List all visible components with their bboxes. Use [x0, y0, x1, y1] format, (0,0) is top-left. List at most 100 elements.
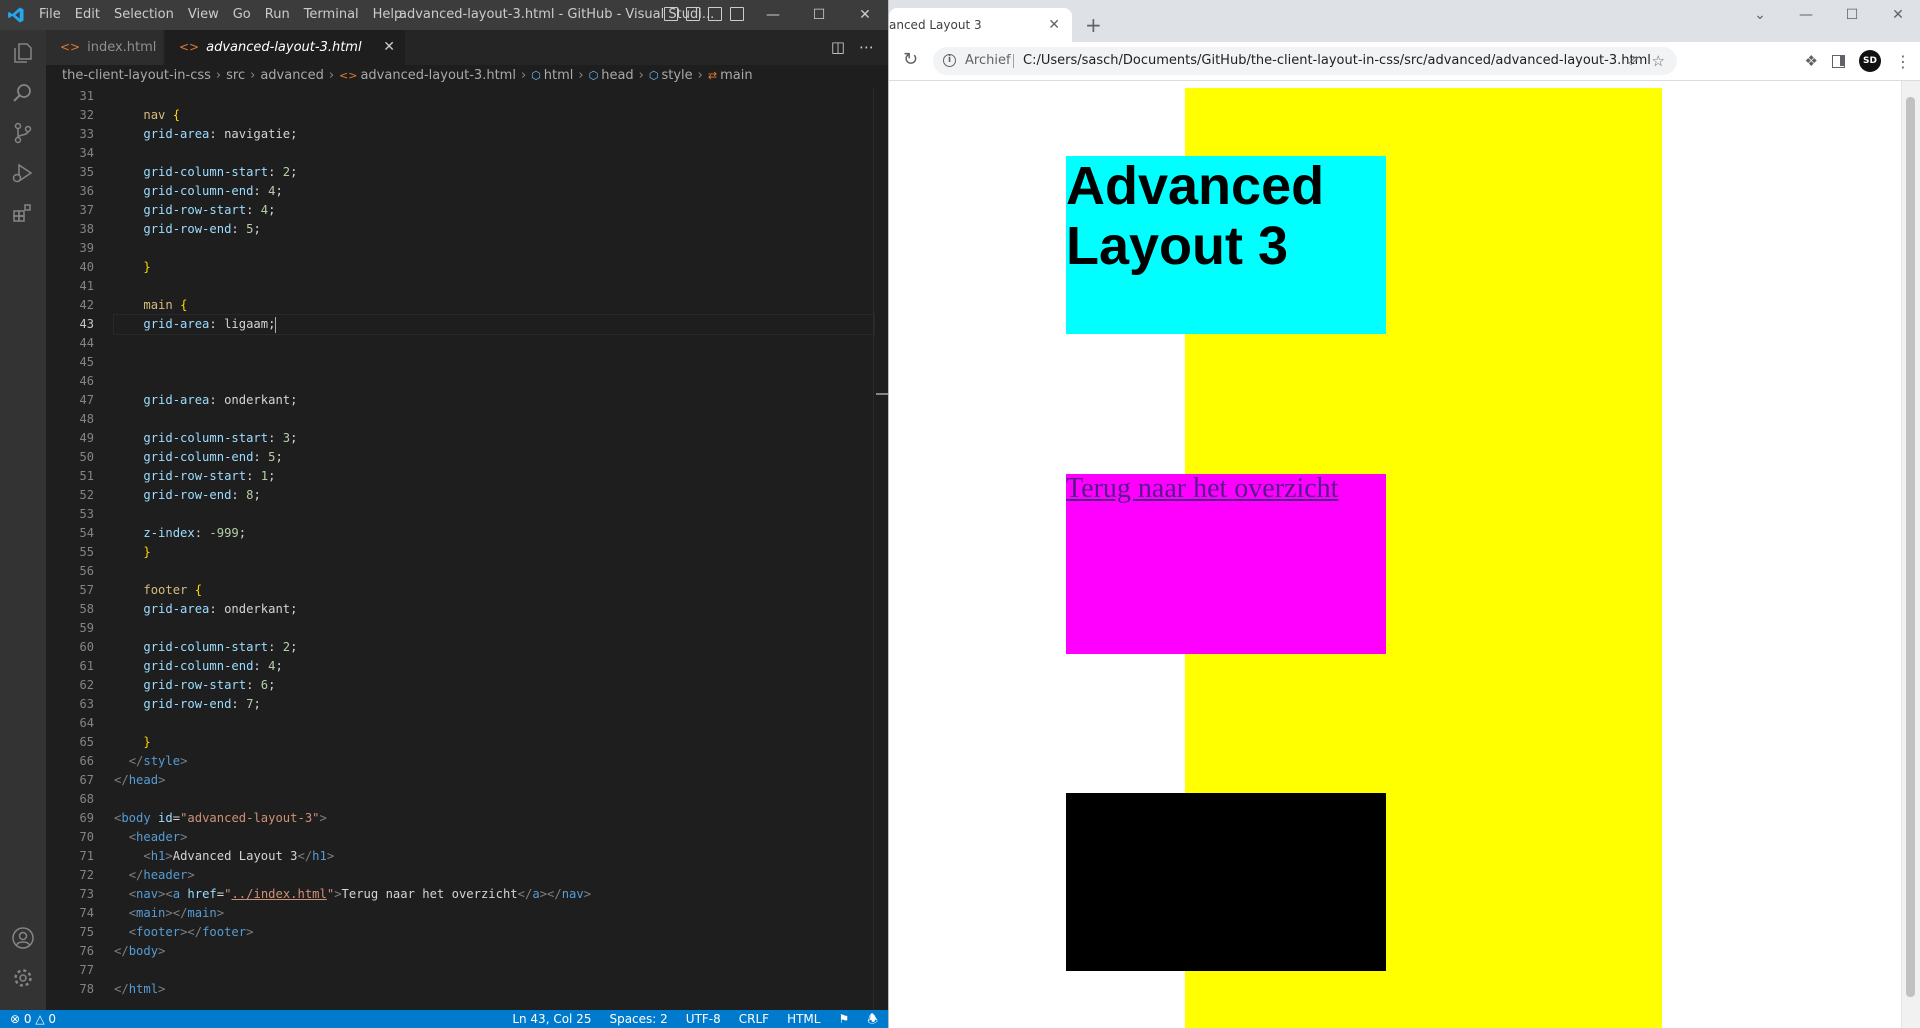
url-text[interactable]: C:/Users/sasch/Documents/GitHub/the-clie…	[1023, 47, 1651, 75]
code-line[interactable]: <body id="advanced-layout-3">	[114, 809, 874, 828]
code-line[interactable]	[114, 372, 874, 391]
menu-edit[interactable]: Edit	[68, 0, 107, 30]
code-line[interactable]: grid-row-end: 8;	[114, 486, 874, 505]
breadcrumb-item[interactable]: the-client-layout-in-css	[62, 68, 211, 83]
breadcrumb-item[interactable]: advanced	[260, 68, 324, 83]
menu-file[interactable]: File	[32, 0, 68, 30]
code-line[interactable]: grid-column-end: 5;	[114, 448, 874, 467]
code-line[interactable]: grid-area: onderkant;	[114, 391, 874, 410]
minimize-icon[interactable]: —	[750, 0, 796, 30]
tab-close-icon[interactable]: ✕	[1048, 8, 1060, 42]
cursor-position[interactable]: Ln 43, Col 25	[512, 1010, 591, 1028]
code-line[interactable]: </header>	[114, 866, 874, 885]
line-ending[interactable]: CRLF	[739, 1010, 769, 1028]
code-line[interactable]: }	[114, 543, 874, 562]
toggle-secondary-sidebar-icon[interactable]	[708, 7, 722, 21]
code-line[interactable]: <main></main>	[114, 904, 874, 923]
code-line[interactable]	[114, 87, 874, 106]
breadcrumb-item[interactable]: html	[544, 68, 574, 83]
toggle-primary-sidebar-icon[interactable]	[664, 7, 678, 21]
code-line[interactable]	[114, 277, 874, 296]
code-line[interactable]: </head>	[114, 771, 874, 790]
code-line[interactable]: footer {	[114, 581, 874, 600]
tab-search-chevron-icon[interactable]: ⌄	[1737, 0, 1783, 30]
explorer-icon[interactable]	[11, 41, 35, 65]
code-line[interactable]	[114, 505, 874, 524]
code-line[interactable]: grid-row-end: 7;	[114, 695, 874, 714]
code-line[interactable]: grid-row-end: 5;	[114, 220, 874, 239]
feedback-icon[interactable]: ⚑	[838, 1010, 849, 1028]
back-to-overview-link[interactable]: Terug naar het overzicht	[1066, 473, 1338, 504]
page-scrollbar[interactable]	[1901, 81, 1920, 1028]
breadcrumb-item[interactable]: main	[720, 68, 752, 83]
code-line[interactable]: grid-column-end: 4;	[114, 182, 874, 201]
address-bar[interactable]: i Archief C:/Users/sasch/Documents/GitHu…	[933, 47, 1677, 75]
code-line[interactable]: grid-column-start: 2;	[114, 163, 874, 182]
code-editor[interactable]: 31 32 33 34 35 36 37 38 39 40 41 42 43 44 45 46 47 48 49 50…	[46, 87, 888, 1010]
code-line[interactable]: <nav><a href="../index.html">Terug naar …	[114, 885, 874, 904]
share-icon[interactable]: ⇗	[1627, 47, 1639, 75]
notifications-bell-icon[interactable]: 🕭	[867, 1010, 878, 1028]
accounts-icon[interactable]	[11, 926, 35, 950]
code-line[interactable]: grid-area: navigatie;	[114, 125, 874, 144]
split-editor-icon[interactable]: ◫	[831, 30, 845, 65]
editor-scrollbar[interactable]	[873, 87, 888, 1010]
code-line[interactable]	[114, 334, 874, 353]
code-line[interactable]: grid-area: ligaam;	[113, 314, 875, 335]
chrome-menu-icon[interactable]: ⋮	[1895, 52, 1911, 71]
code-line[interactable]: main {	[114, 296, 874, 315]
tab-close-icon[interactable]: ✕	[383, 30, 395, 65]
code-line[interactable]	[114, 562, 874, 581]
tab-index-html[interactable]: <> index.html	[46, 30, 164, 65]
avatar[interactable]: SD	[1859, 50, 1881, 72]
problems-indicator[interactable]: ⊗ 0 △ 0	[10, 1010, 56, 1028]
side-panel-icon[interactable]	[1832, 54, 1845, 68]
code-line[interactable]: nav {	[114, 106, 874, 125]
encoding[interactable]: UTF-8	[686, 1010, 721, 1028]
scrollbar-thumb[interactable]	[1906, 97, 1915, 997]
close-icon[interactable]: ✕	[842, 0, 888, 30]
menu-go[interactable]: Go	[226, 0, 258, 30]
code-line[interactable]: grid-area: onderkant;	[114, 600, 874, 619]
browser-tab[interactable]: anced Layout 3 ✕	[889, 8, 1072, 42]
reload-icon[interactable]: ↻	[903, 50, 918, 70]
code-line[interactable]: grid-column-start: 3;	[114, 429, 874, 448]
code-line[interactable]	[114, 410, 874, 429]
run-debug-icon[interactable]	[11, 161, 35, 185]
code-line[interactable]	[114, 714, 874, 733]
breadcrumb-item[interactable]: style	[661, 68, 692, 83]
manage-gear-icon[interactable]	[11, 966, 35, 990]
code-line[interactable]	[114, 790, 874, 809]
info-icon[interactable]: i	[943, 54, 956, 67]
language-mode[interactable]: HTML	[787, 1010, 820, 1028]
code-line[interactable]: </style>	[114, 752, 874, 771]
tab-advanced-layout-3[interactable]: <> advanced-layout-3.html ✕	[165, 30, 405, 65]
code-line[interactable]: grid-column-start: 2;	[114, 638, 874, 657]
code-line[interactable]	[114, 239, 874, 258]
customize-layout-icon[interactable]	[730, 7, 744, 21]
menu-terminal[interactable]: Terminal	[297, 0, 366, 30]
code-line[interactable]: </body>	[114, 942, 874, 961]
code-line[interactable]: <footer></footer>	[114, 923, 874, 942]
bookmark-star-icon[interactable]: ☆	[1652, 47, 1665, 75]
more-actions-icon[interactable]: ⋯	[859, 30, 874, 65]
code-line[interactable]: grid-row-start: 6;	[114, 676, 874, 695]
code-lines[interactable]: nav { grid-area: navigatie; grid-column-…	[113, 87, 875, 999]
code-line[interactable]: grid-column-end: 4;	[114, 657, 874, 676]
extensions-icon[interactable]	[11, 201, 35, 225]
breadcrumb-item[interactable]: head	[601, 68, 633, 83]
menu-view[interactable]: View	[181, 0, 226, 30]
code-line[interactable]	[114, 353, 874, 372]
code-line[interactable]: z-index: -999;	[114, 524, 874, 543]
code-line[interactable]: <h1>Advanced Layout 3</h1>	[114, 847, 874, 866]
code-line[interactable]	[114, 619, 874, 638]
close-icon[interactable]: ✕	[1875, 0, 1920, 30]
breadcrumb-item[interactable]: src	[226, 68, 245, 83]
maximize-icon[interactable]: ☐	[1829, 0, 1875, 30]
source-control-icon[interactable]	[11, 121, 35, 145]
new-tab-plus-icon[interactable]: +	[1085, 8, 1102, 42]
code-line[interactable]	[114, 144, 874, 163]
code-line[interactable]: grid-row-start: 4;	[114, 201, 874, 220]
maximize-icon[interactable]: ☐	[796, 0, 842, 30]
toggle-panel-icon[interactable]	[686, 7, 700, 21]
